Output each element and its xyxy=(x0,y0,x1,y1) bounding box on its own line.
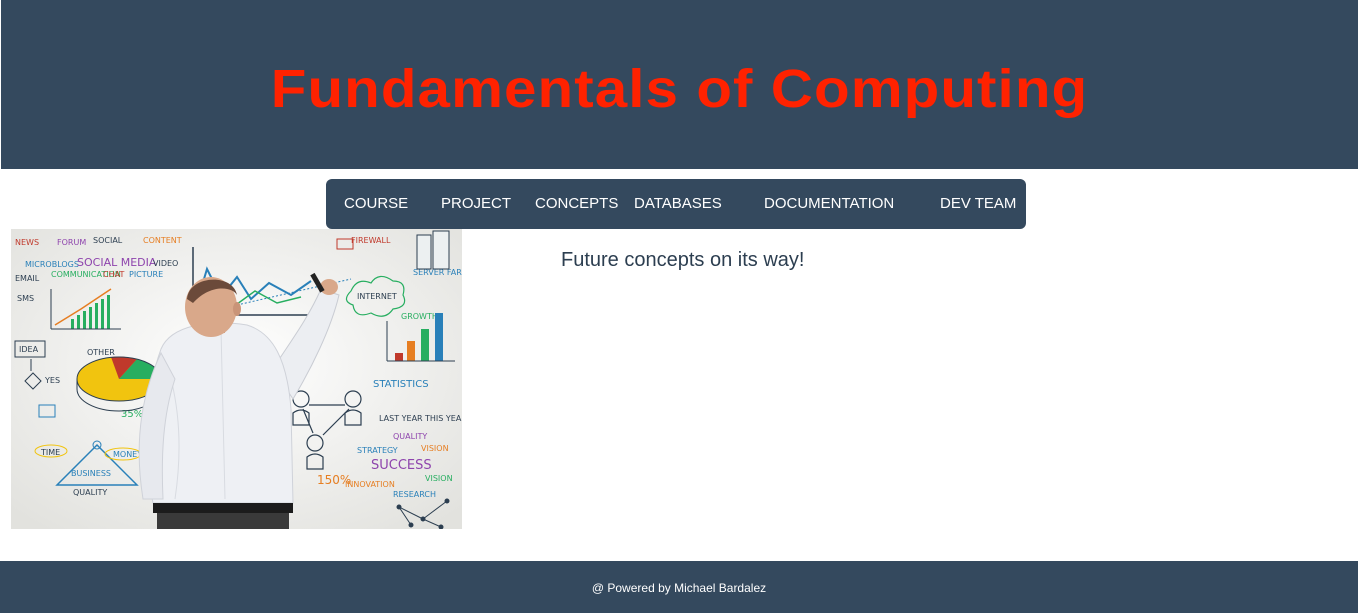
svg-text:OTHER: OTHER xyxy=(87,348,115,357)
svg-text:STATISTICS: STATISTICS xyxy=(373,379,429,390)
nav-item-dev-team[interactable]: DEV TEAM xyxy=(940,179,1016,229)
svg-text:YES: YES xyxy=(44,376,60,385)
svg-text:RESEARCH: RESEARCH xyxy=(393,490,436,499)
nav-item-documentation[interactable]: DOCUMENTATION xyxy=(764,179,894,229)
nav-item-course[interactable]: COURSE xyxy=(344,179,408,229)
svg-text:SOCIAL: SOCIAL xyxy=(93,236,123,245)
svg-text:CONTENT: CONTENT xyxy=(143,236,182,245)
main-navigation: COURSE PROJECT CONCEPTS DATABASES DOCUME… xyxy=(326,179,1026,229)
site-header: Fundamentals of Computing xyxy=(1,0,1358,169)
svg-text:PICTURE: PICTURE xyxy=(129,270,163,279)
concepts-placeholder-text: Future concepts on its way! xyxy=(561,249,805,271)
svg-text:VIDEO: VIDEO xyxy=(153,259,178,268)
whiteboard-illustration: NEWS FORUM SOCIAL CONTENT MICROBLOGS SOC… xyxy=(11,229,462,529)
nav-item-concepts[interactable]: CONCEPTS xyxy=(535,179,618,229)
svg-text:FORUM: FORUM xyxy=(57,238,86,247)
svg-text:SUCCESS: SUCCESS xyxy=(371,458,432,473)
svg-text:IDEA: IDEA xyxy=(19,345,39,354)
svg-text:SMS: SMS xyxy=(17,294,34,303)
svg-text:STRATEGY: STRATEGY xyxy=(357,446,398,455)
footer-credit: @ Powered by Michael Bardalez xyxy=(591,581,767,595)
svg-text:VISION: VISION xyxy=(425,474,453,483)
nav-item-project[interactable]: PROJECT xyxy=(441,179,511,229)
svg-text:QUALITY: QUALITY xyxy=(393,432,427,441)
svg-text:MICROBLOGS: MICROBLOGS xyxy=(25,260,79,269)
svg-text:GROWTH: GROWTH xyxy=(401,312,438,321)
svg-text:150%: 150% xyxy=(317,473,351,487)
site-title: Fundamentals of Computing xyxy=(270,59,1089,119)
svg-text:CHAT: CHAT xyxy=(103,270,124,279)
svg-text:INNOVATION: INNOVATION xyxy=(345,480,395,489)
svg-text:NEWS: NEWS xyxy=(15,238,39,247)
svg-text:SOCIAL MEDIA: SOCIAL MEDIA xyxy=(77,256,157,269)
svg-text:QUALITY: QUALITY xyxy=(73,488,107,497)
svg-text:BUSINESS: BUSINESS xyxy=(71,469,111,478)
site-footer: @ Powered by Michael Bardalez xyxy=(0,561,1358,613)
svg-text:FIREWALL: FIREWALL xyxy=(351,236,391,245)
svg-text:LAST YEAR: LAST YEAR xyxy=(379,414,423,423)
svg-text:VISION: VISION xyxy=(421,444,449,453)
svg-text:INTERNET: INTERNET xyxy=(357,292,397,301)
nav-item-databases[interactable]: DATABASES xyxy=(634,179,722,229)
svg-text:THIS YEAR: THIS YEAR xyxy=(424,414,462,423)
concepts-hero-image: NEWS FORUM SOCIAL CONTENT MICROBLOGS SOC… xyxy=(11,229,462,529)
svg-text:EMAIL: EMAIL xyxy=(15,274,40,283)
svg-text:TIME: TIME xyxy=(40,448,60,457)
